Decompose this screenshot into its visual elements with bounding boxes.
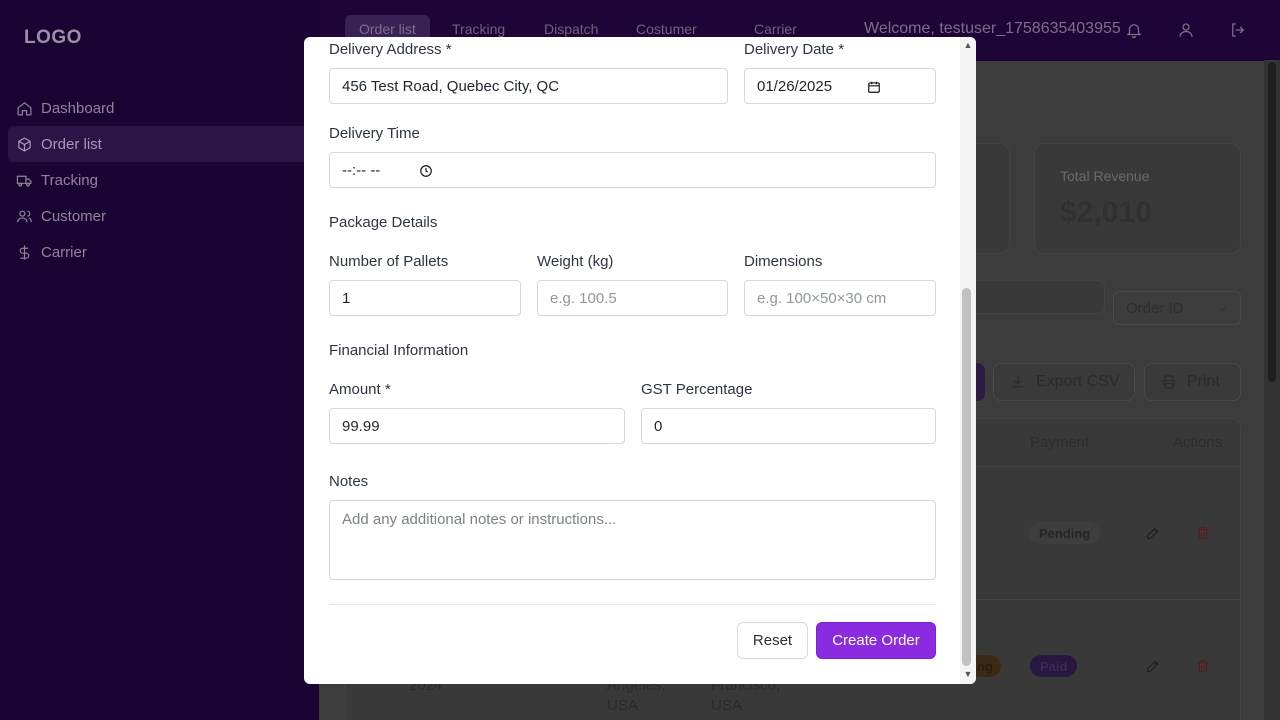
dimensions-label: Dimensions: [744, 253, 823, 270]
delivery-date-input[interactable]: 01/26/2025: [744, 68, 936, 104]
gst-input[interactable]: 0: [641, 408, 936, 444]
print-label: Print: [1187, 373, 1220, 390]
sidebar-item-label: Order list: [41, 135, 102, 153]
dimensions-input[interactable]: e.g. 100×50×30 cm: [744, 280, 936, 316]
sidebar-item-tracking[interactable]: Tracking: [8, 162, 319, 198]
trash-icon[interactable]: [1195, 525, 1211, 541]
bell-icon[interactable]: [1125, 21, 1143, 39]
sidebar-item-label: Carrier: [41, 243, 87, 261]
logo: LOGO: [24, 27, 82, 48]
weight-label: Weight (kg): [537, 253, 614, 270]
stat-value: $2,010: [1060, 196, 1152, 229]
pallets-value: 1: [342, 289, 351, 307]
delivery-date-label: Delivery Date *: [744, 41, 845, 58]
clock-icon[interactable]: [419, 164, 433, 178]
printer-icon: [1163, 375, 1175, 389]
modal-scrollbar[interactable]: ▲ ▼: [960, 37, 976, 684]
sidebar-item-customer[interactable]: Customer: [8, 198, 319, 234]
print-button[interactable]: Print: [1144, 363, 1241, 401]
sidebar-item-label: Dashboard: [41, 99, 115, 117]
status-badge: Pending: [1029, 522, 1101, 544]
pallets-input[interactable]: 1: [329, 280, 521, 316]
stat-title: Total Revenue: [1060, 168, 1150, 184]
modal-scrollbar-thumb[interactable]: [962, 288, 971, 666]
delivery-address-value: 456 Test Road, Quebec City, QC: [342, 77, 560, 95]
dollar-icon: [19, 244, 30, 260]
home-icon: [17, 101, 32, 115]
amount-label: Amount *: [329, 381, 391, 398]
payment-badge: Paid: [1030, 655, 1078, 677]
logout-icon[interactable]: [1229, 21, 1247, 39]
delivery-address-input[interactable]: 456 Test Road, Quebec City, QC: [329, 68, 728, 104]
sidebar-item-carrier[interactable]: Carrier: [8, 234, 319, 270]
sidebar-item-order-list[interactable]: Order list: [8, 126, 319, 162]
sidebar-item-dashboard[interactable]: Dashboard: [8, 90, 319, 126]
notes-placeholder: Add any additional notes or instructions…: [342, 511, 617, 528]
divider: [329, 604, 936, 605]
weight-input[interactable]: e.g. 100.5: [537, 280, 728, 316]
create-order-modal: Delivery Address * 456 Test Road, Quebec…: [304, 37, 976, 684]
weight-placeholder: e.g. 100.5: [550, 289, 617, 307]
amount-value: 99.99: [342, 417, 380, 435]
delivery-time-label: Delivery Time: [329, 125, 420, 142]
delivery-time-input[interactable]: --:-- --: [329, 152, 936, 188]
financial-info-heading: Financial Information: [329, 342, 469, 359]
gst-value: 0: [654, 417, 663, 435]
calendar-icon[interactable]: [867, 80, 881, 94]
sidebar-nav: Dashboard Order list Tracking Customer C…: [8, 90, 319, 270]
welcome-text: Welcome, testuser_1758635403955: [864, 20, 1121, 37]
gst-label: GST Percentage: [641, 381, 753, 398]
sidebar: LOGO Dashboard Order list Tracking Custo…: [0, 0, 319, 720]
notes-label: Notes: [329, 473, 369, 490]
filter-select[interactable]: Order ID ⌄: [1113, 291, 1241, 325]
user-icon: [17, 210, 32, 222]
edit-icon[interactable]: [1145, 658, 1161, 674]
export-csv-label: Export CSV: [1036, 373, 1120, 390]
export-csv-button[interactable]: Export CSV: [993, 363, 1135, 401]
create-order-button[interactable]: Create Order: [816, 622, 936, 659]
scroll-down-arrow-icon[interactable]: ▼: [963, 669, 973, 679]
edit-icon[interactable]: [1145, 525, 1161, 541]
reset-button[interactable]: Reset: [737, 622, 808, 659]
download-icon: [1012, 376, 1024, 388]
scroll-up-arrow-icon[interactable]: ▲: [963, 40, 973, 50]
package-details-heading: Package Details: [329, 214, 438, 231]
delivery-address-label: Delivery Address *: [329, 41, 452, 58]
delivery-date-value: 01/26/2025: [757, 77, 833, 95]
trash-icon[interactable]: [1195, 658, 1211, 674]
box-icon: [18, 136, 31, 152]
profile-icon[interactable]: [1177, 21, 1195, 39]
sidebar-item-label: Customer: [41, 207, 107, 225]
dimensions-placeholder: e.g. 100×50×30 cm: [757, 289, 887, 307]
filter-select-value: Order ID: [1126, 300, 1184, 317]
sidebar-item-label: Tracking: [41, 171, 98, 189]
amount-input[interactable]: 99.99: [329, 408, 625, 444]
notes-textarea[interactable]: Add any additional notes or instructions…: [329, 500, 936, 580]
truck-icon: [16, 175, 32, 187]
column-header-actions: Actions: [1173, 434, 1223, 451]
page-scrollbar-thumb[interactable]: [1268, 62, 1276, 382]
delivery-time-value: --:-- --: [342, 161, 381, 179]
chevron-down-icon: ⌄: [1217, 300, 1228, 314]
pallets-label: Number of Pallets: [329, 253, 449, 270]
column-header-payment: Payment: [1030, 434, 1090, 451]
